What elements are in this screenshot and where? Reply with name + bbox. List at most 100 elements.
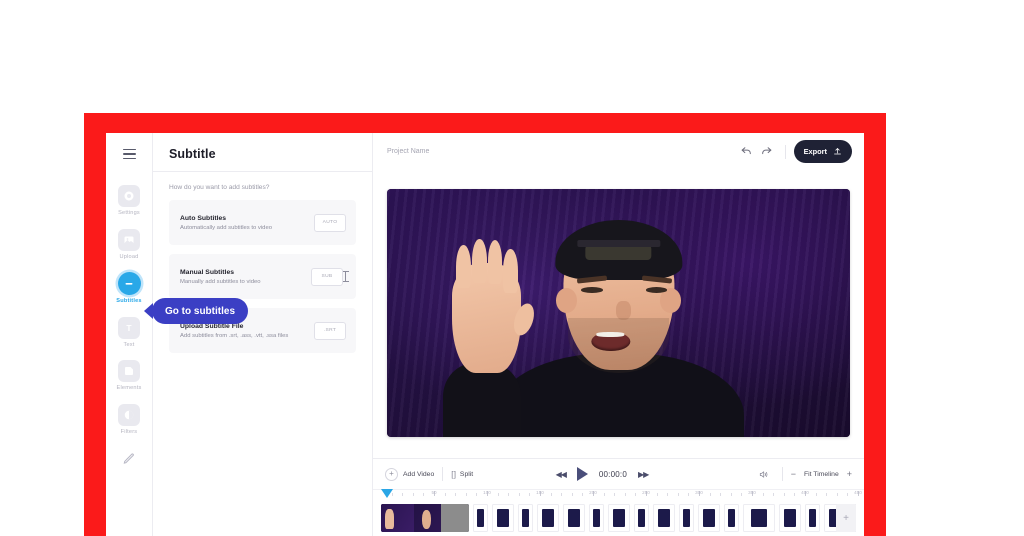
image-upload-icon	[118, 228, 140, 251]
subject-arm	[442, 362, 522, 437]
timeline-playhead[interactable]	[381, 489, 393, 498]
sidebar-label-text: Text	[123, 341, 135, 348]
sidebar-rail: Settings Upload Subtitles T Text Element…	[106, 133, 153, 536]
option-subtitle: Manually add subtitles to video	[180, 278, 261, 285]
timeline-clip[interactable]	[779, 504, 801, 532]
sidebar-label-upload: Upload	[119, 253, 139, 260]
sidebar-label-settings: Settings	[118, 210, 140, 216]
finger	[471, 239, 487, 284]
timeline-clip[interactable]	[698, 504, 720, 532]
ruler-minor-tick	[497, 493, 499, 496]
sidebar-item-upload[interactable]: Upload	[106, 228, 152, 261]
timeline-clip[interactable]	[518, 504, 533, 532]
sidebar-item-elements[interactable]: Elements	[106, 360, 152, 392]
timeline-clip[interactable]	[743, 504, 775, 532]
pen-icon	[118, 448, 140, 470]
badge-auto: AUTO	[314, 213, 346, 232]
play-icon[interactable]	[576, 467, 588, 481]
timeline-clip-video[interactable]	[381, 504, 469, 532]
badge-srt: .SRT	[314, 321, 346, 340]
option-manual-subtitles[interactable]: Manual Subtitles Manually add subtitles …	[169, 254, 356, 299]
controls-divider	[781, 467, 783, 481]
sidebar-item-filters[interactable]: Filters	[106, 403, 152, 436]
sidebar-item-subtitles[interactable]: Subtitles	[106, 272, 152, 305]
timeline-clip[interactable]	[537, 504, 559, 532]
ruler-minor-tick	[635, 493, 637, 496]
timeline-clip[interactable]	[724, 504, 739, 532]
gear-icon	[118, 185, 140, 207]
sidebar-item-text[interactable]: T Text	[106, 316, 152, 349]
timeline-clip[interactable]	[634, 504, 649, 532]
sidebar-item-draw[interactable]	[106, 448, 152, 474]
tooltip-go-to-subtitles: Go to subtitles	[152, 298, 248, 324]
export-label: Export	[803, 147, 827, 156]
ruler-minor-tick	[677, 493, 679, 496]
ruler-minor-tick	[815, 493, 817, 496]
shapes-icon	[118, 360, 140, 383]
plus-circle-icon: +	[385, 467, 398, 481]
timeline-ruler[interactable]: 50100150200250300350400450500550	[381, 490, 864, 500]
red-frame-border: Settings Upload Subtitles T Text Element…	[84, 113, 886, 536]
timeline-clip[interactable]	[653, 504, 675, 532]
video-stage	[373, 170, 864, 458]
redo-arrow-icon[interactable]	[757, 142, 777, 162]
ruler-minor-tick	[402, 493, 404, 496]
ruler-minor-tick	[656, 493, 658, 496]
ruler-minor-tick	[529, 493, 531, 496]
sidebar-item-settings[interactable]: Settings	[106, 185, 152, 217]
ruler-minor-tick	[508, 493, 510, 496]
export-button[interactable]: Export	[793, 140, 852, 163]
rewind-icon[interactable]: ◀◀	[556, 470, 567, 479]
ruler-minor-tick	[614, 493, 616, 496]
top-toolbar: Project Name Export	[373, 133, 864, 170]
split-button[interactable]: [ ] Split	[451, 470, 473, 479]
badge-sub: SUB	[311, 267, 343, 286]
subject-eye-right	[645, 286, 668, 293]
timeline-clip[interactable]	[492, 504, 514, 532]
ruler-minor-tick	[847, 493, 849, 496]
subject-cap-strap	[576, 239, 661, 248]
fast-forward-icon[interactable]: ▶▶	[638, 470, 649, 479]
badge-group: SUB	[311, 267, 349, 286]
ruler-minor-tick	[667, 493, 669, 496]
subtitle-panel: Subtitle How do you want to add subtitle…	[153, 133, 373, 536]
timeline-clip[interactable]	[805, 504, 820, 532]
ruler-minor-tick	[773, 493, 775, 496]
speaker-icon[interactable]	[754, 464, 774, 484]
timeline-clip[interactable]	[608, 504, 630, 532]
option-auto-subtitles[interactable]: Auto Subtitles Automatically add subtitl…	[169, 200, 356, 245]
timeline-clip[interactable]	[563, 504, 585, 532]
text-icon: T	[118, 316, 140, 339]
svg-text:T: T	[126, 323, 132, 333]
option-subtitle: Add subtitles from .srt, .ass, .vtt, .ss…	[180, 332, 289, 339]
ruler-minor-tick	[709, 493, 711, 496]
video-preview[interactable]	[387, 189, 850, 437]
zoom-out-button[interactable]: −	[791, 469, 796, 479]
option-title: Auto Subtitles	[180, 214, 227, 222]
project-name-field[interactable]: Project Name	[387, 148, 737, 155]
add-video-button[interactable]: + Add Video	[385, 467, 434, 481]
option-text: Manual Subtitles Manually add subtitles …	[180, 269, 261, 285]
hamburger-menu-icon[interactable]	[116, 141, 142, 167]
undo-arrow-icon[interactable]	[737, 142, 757, 162]
ruler-minor-tick	[412, 493, 414, 496]
timeline[interactable]: 50100150200250300350400450500550	[373, 489, 864, 536]
ruler-tick-label: 400	[801, 490, 809, 495]
ruler-tick-label: 200	[589, 490, 597, 495]
timeline-clip[interactable]	[589, 504, 604, 532]
timeline-track[interactable]	[381, 504, 856, 532]
sidebar-label-subtitles: Subtitles	[116, 298, 142, 305]
tools-divider	[442, 467, 444, 481]
text-cursor-icon	[342, 271, 349, 282]
ruler-minor-tick	[455, 493, 457, 496]
timeline-clip[interactable]	[679, 504, 694, 532]
transport-controls: ◀◀ 00:00:0 ▶▶	[556, 467, 649, 481]
add-clip-button[interactable]: +	[836, 504, 856, 532]
ruler-minor-tick	[561, 493, 563, 496]
ruler-minor-tick	[720, 493, 722, 496]
zoom-in-button[interactable]: +	[847, 469, 852, 479]
ruler-minor-tick	[423, 493, 425, 496]
fit-timeline-label[interactable]: Fit Timeline	[804, 471, 839, 478]
timeline-clip[interactable]	[473, 504, 488, 532]
ruler-minor-tick	[741, 493, 743, 496]
